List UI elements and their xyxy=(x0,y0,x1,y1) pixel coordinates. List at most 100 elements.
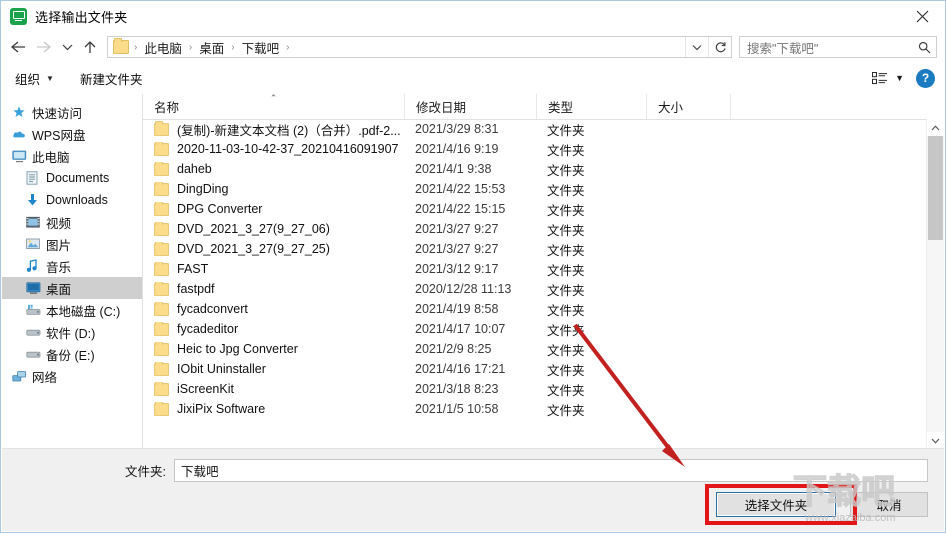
table-row[interactable]: FAST 2021/3/12 9:17 文件夹 xyxy=(143,259,927,279)
sort-ascending-icon: ⌃ xyxy=(269,94,278,103)
file-name-label: JixiPix Software xyxy=(177,402,266,416)
column-header-type[interactable]: 类型 xyxy=(536,94,646,119)
sidebar-item-quick-access[interactable]: 快速访问 xyxy=(2,101,142,123)
vertical-scrollbar[interactable] xyxy=(926,119,944,449)
cell-date: 2021/3/12 9:17 xyxy=(415,262,499,276)
column-label: 名称 xyxy=(154,101,180,115)
dialog-footer: 文件夹: 下载吧 选择文件夹 取消 xyxy=(2,448,944,531)
table-row[interactable]: DVD_2021_3_27(9_27_06) 2021/3/27 9:27 文件夹 xyxy=(143,219,927,239)
file-rows[interactable]: (复制)-新建文本文档 (2)（合并）.pdf-2... 2021/3/29 8:… xyxy=(143,119,927,449)
organize-button[interactable]: 组织 ▼ xyxy=(15,69,54,88)
table-row[interactable]: 2020-11-03-10-42-37_20210416091907 2021/4… xyxy=(143,139,927,159)
column-header-date[interactable]: 修改日期 xyxy=(404,94,536,119)
desktop-icon xyxy=(26,282,46,294)
file-name-label: fycadeditor xyxy=(177,322,239,336)
cancel-button[interactable]: 取消 xyxy=(850,492,928,517)
cell-name: DVD_2021_3_27(9_27_25) xyxy=(143,242,404,256)
table-row[interactable]: Heic to Jpg Converter 2021/2/9 8:25 文件夹 xyxy=(143,339,927,359)
sidebar-item-wps-cloud[interactable]: WPS网盘 xyxy=(2,123,142,145)
sidebar-item-drive-e[interactable]: 备份 (E:) xyxy=(2,343,142,365)
select-button-wrap: 选择文件夹 xyxy=(705,484,857,525)
scrollbar-thumb[interactable] xyxy=(928,136,943,240)
sidebar-item-downloads[interactable]: Downloads xyxy=(2,189,142,211)
navigation-pane[interactable]: 快速访问 WPS网盘 此电脑 Documents Downloads 视频 图片… xyxy=(2,94,143,449)
cell-name: DPG Converter xyxy=(143,202,404,216)
recent-locations-button[interactable] xyxy=(57,34,77,60)
table-row[interactable]: fycadconvert 2021/4/19 8:58 文件夹 xyxy=(143,299,927,319)
folder-icon xyxy=(154,242,169,256)
column-header-extra[interactable] xyxy=(730,94,830,119)
chevron-down-icon[interactable] xyxy=(685,37,708,57)
cell-date: 2021/3/27 9:27 xyxy=(415,222,499,236)
folder-icon xyxy=(154,402,169,416)
breadcrumb-item-2[interactable]: 下载吧 xyxy=(240,38,282,57)
scroll-down-icon[interactable] xyxy=(927,432,944,449)
cell-name: DingDing xyxy=(143,182,404,196)
table-row[interactable]: iScreenKit 2021/3/18 8:23 文件夹 xyxy=(143,379,927,399)
cell-date: 2021/4/16 17:21 xyxy=(415,362,506,376)
close-icon[interactable] xyxy=(899,1,945,31)
folder-icon xyxy=(154,262,169,276)
cell-type: 文件夹 xyxy=(547,143,585,158)
search-input[interactable]: 搜索"下载吧" xyxy=(740,38,912,57)
cell-type: 文件夹 xyxy=(547,323,585,338)
sidebar-item-label: 此电脑 xyxy=(32,150,70,165)
scrollbar-track[interactable] xyxy=(927,136,944,432)
command-toolbar: 组织 ▼ 新建文件夹 ▼ ? xyxy=(1,63,945,93)
forward-button[interactable] xyxy=(31,34,57,60)
new-folder-button[interactable]: 新建文件夹 xyxy=(80,69,143,88)
chevron-down-icon[interactable]: ▼ xyxy=(895,73,904,83)
cell-name: fycadeditor xyxy=(143,322,404,336)
file-list-pane: ⌃ 名称 修改日期 类型 大小 (复制)-新建文本文档 (2)（合并）.pdf-… xyxy=(143,94,944,449)
sidebar-item-pictures[interactable]: 图片 xyxy=(2,233,142,255)
file-name-label: fycadconvert xyxy=(177,302,248,316)
breadcrumb-item-0[interactable]: 此电脑 xyxy=(142,38,184,57)
breadcrumb-separator: › xyxy=(188,41,193,53)
select-folder-button[interactable]: 选择文件夹 xyxy=(716,492,836,517)
table-row[interactable]: DingDing 2021/4/22 15:53 文件夹 xyxy=(143,179,927,199)
star-icon xyxy=(12,105,32,119)
sidebar-item-label: Documents xyxy=(46,171,110,185)
sidebar-item-local-disk-c[interactable]: 本地磁盘 (C:) xyxy=(2,299,142,321)
folder-name-row: 文件夹: 下载吧 xyxy=(2,458,944,482)
file-name-label: DingDing xyxy=(177,182,229,196)
dialog-body: 快速访问 WPS网盘 此电脑 Documents Downloads 视频 图片… xyxy=(2,94,944,449)
sidebar-item-desktop[interactable]: 桌面 xyxy=(2,277,142,299)
column-header-name[interactable]: ⌃ 名称 xyxy=(143,94,404,119)
sidebar-item-network[interactable]: 网络 xyxy=(2,365,142,387)
back-button[interactable] xyxy=(5,34,31,60)
drive-icon xyxy=(26,349,46,359)
table-row[interactable]: DPG Converter 2021/4/22 15:15 文件夹 xyxy=(143,199,927,219)
sidebar-item-this-pc[interactable]: 此电脑 xyxy=(2,145,142,167)
table-row[interactable]: fycadeditor 2021/4/17 10:07 文件夹 xyxy=(143,319,927,339)
breadcrumb-item-1[interactable]: 桌面 xyxy=(197,38,226,57)
folder-name-input[interactable]: 下载吧 xyxy=(174,458,928,482)
cell-type: 文件夹 xyxy=(547,163,585,178)
table-row[interactable]: IObit Uninstaller 2021/4/16 17:21 文件夹 xyxy=(143,359,927,379)
sidebar-item-label: 软件 (D:) xyxy=(46,326,96,341)
scroll-up-icon[interactable] xyxy=(927,119,944,136)
folder-icon xyxy=(154,162,169,176)
list-view-icon[interactable] xyxy=(869,69,891,87)
file-name-label: fastpdf xyxy=(177,282,215,296)
table-row[interactable]: JixiPix Software 2021/1/5 10:58 文件夹 xyxy=(143,399,927,419)
file-name-label: daheb xyxy=(177,162,212,176)
sidebar-item-videos[interactable]: 视频 xyxy=(2,211,142,233)
sidebar-item-documents[interactable]: Documents xyxy=(2,167,142,189)
cell-date: 2021/4/1 9:38 xyxy=(415,162,492,176)
column-header-size[interactable]: 大小 xyxy=(646,94,730,119)
table-row[interactable]: fastpdf 2020/12/28 11:13 文件夹 xyxy=(143,279,927,299)
sidebar-item-drive-d[interactable]: 软件 (D:) xyxy=(2,321,142,343)
sidebar-item-label: 视频 xyxy=(46,216,72,231)
table-row[interactable]: daheb 2021/4/1 9:38 文件夹 xyxy=(143,159,927,179)
table-row[interactable]: (复制)-新建文本文档 (2)（合并）.pdf-2... 2021/3/29 8:… xyxy=(143,119,927,139)
search-box[interactable]: 搜索"下载吧" xyxy=(739,36,937,58)
help-button[interactable]: ? xyxy=(916,68,935,88)
folder-icon xyxy=(154,382,169,396)
table-row[interactable]: DVD_2021_3_27(9_27_25) 2021/3/27 9:27 文件夹 xyxy=(143,239,927,259)
search-icon[interactable] xyxy=(912,41,936,54)
sidebar-item-music[interactable]: 音乐 xyxy=(2,255,142,277)
address-bar[interactable]: › 此电脑 › 桌面 › 下载吧 › xyxy=(107,36,732,58)
up-button[interactable] xyxy=(77,34,103,60)
refresh-icon[interactable] xyxy=(708,37,731,57)
